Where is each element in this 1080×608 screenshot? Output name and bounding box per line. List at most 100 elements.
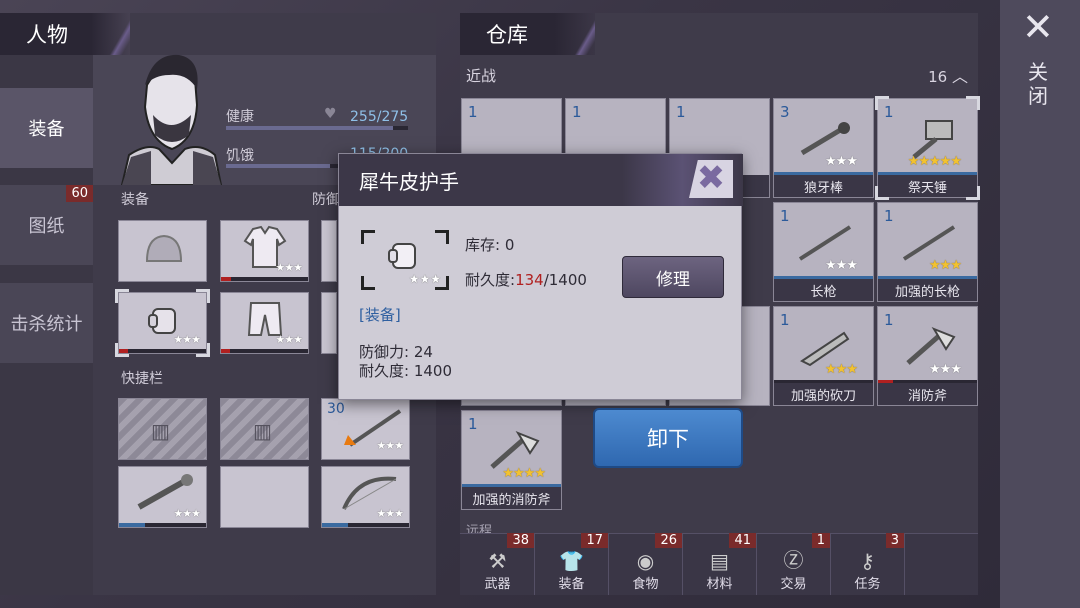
- equip-slot-legs[interactable]: ★★★: [220, 292, 309, 354]
- tab-food[interactable]: 26 ◉ 食物: [609, 533, 683, 595]
- item-count: 1: [468, 415, 478, 433]
- item-fire-axe[interactable]: 1 ★★★ 消防斧: [877, 306, 978, 406]
- item-count: 1: [780, 207, 790, 225]
- rating-stars: ★★★★: [502, 466, 546, 481]
- quickbar-slot-empty[interactable]: [220, 466, 309, 528]
- hunger-label: 饥饿: [226, 148, 254, 164]
- item-count: 1: [884, 311, 894, 329]
- dialog-title: 犀牛皮护手: [359, 170, 459, 194]
- nav-item-label: 击杀统计: [10, 314, 83, 335]
- quickbar-slot-wrench[interactable]: ★★★: [118, 466, 207, 528]
- stock-text: 库存: 0: [465, 236, 515, 254]
- machete-icon: [800, 331, 850, 367]
- durability-text: 耐久度:134/1400: [465, 271, 587, 289]
- close-label[interactable]: 关闭: [1028, 60, 1052, 108]
- key-icon: ⚷: [860, 549, 875, 573]
- nav-item-blueprints[interactable]: 图纸 60: [0, 185, 93, 265]
- blueprints-badge: 60: [66, 185, 93, 202]
- category-count: 16 ︿: [928, 67, 968, 86]
- equip-slot-body[interactable]: ★★★: [220, 220, 309, 282]
- nav-item-equipment[interactable]: 装备: [0, 88, 93, 168]
- repair-button[interactable]: 修理: [622, 256, 724, 298]
- axe-icon: ⚒: [488, 549, 507, 573]
- category-label: 近战: [466, 66, 497, 85]
- tab-label: 食物: [632, 577, 659, 592]
- quickbar-slot-locked: ▥: [220, 398, 309, 460]
- rating-stars: ★★★: [825, 362, 858, 377]
- tab-badge: 17: [581, 533, 608, 548]
- health-bar: [226, 126, 408, 130]
- equip-slot-partial[interactable]: [321, 220, 337, 282]
- tab-tasks[interactable]: 3 ⚷ 任务: [831, 533, 905, 595]
- mace-icon: [800, 122, 850, 156]
- lock-fence-icon: ▥: [253, 419, 272, 443]
- item-reinforced-fire-axe[interactable]: 1 ★★★★ 加强的消防斧: [461, 410, 562, 510]
- item-sacrifice-hammer[interactable]: 1 ★★★★★ 祭天锤: [875, 96, 980, 200]
- warehouse-panel-title: 仓库: [460, 13, 625, 55]
- defense-stat: 防御力: 24: [359, 343, 433, 361]
- item-name: 消防斧: [878, 383, 977, 405]
- rating-stars: ★★★: [376, 439, 404, 452]
- quickbar-slot-locked: ▥: [118, 398, 207, 460]
- equip-slot-head[interactable]: [118, 220, 207, 282]
- health-value: 255/275: [350, 109, 409, 125]
- nav-item-kill-stats[interactable]: 击杀统计: [0, 283, 93, 363]
- item-mace[interactable]: 3 ★★★ 狼牙棒: [773, 98, 874, 198]
- tab-label: 交易: [780, 577, 807, 592]
- spear-icon: [902, 225, 956, 261]
- rating-stars: ★★★: [929, 362, 962, 377]
- item-count: 1: [676, 103, 686, 121]
- axe-icon: [906, 327, 956, 365]
- food-icon: ◉: [636, 549, 655, 573]
- close-icon[interactable]: ✕: [1022, 8, 1054, 46]
- tab-equipment[interactable]: 17 👕 装备: [535, 533, 609, 595]
- tab-weapons[interactable]: 38 ⚒ 武器: [461, 533, 535, 595]
- equip-slot-hands[interactable]: ★★★: [115, 289, 210, 357]
- durability-stat: 耐久度: 1400: [359, 362, 452, 380]
- nav-item-label: 图纸: [28, 216, 65, 237]
- item-preview: ★★★: [361, 230, 449, 290]
- item-count: 3: [780, 103, 790, 121]
- tab-label: 任务: [854, 577, 881, 592]
- item-count: 1: [884, 207, 894, 225]
- item-name: 狼牙棒: [774, 175, 873, 197]
- character-portrait: [117, 45, 223, 186]
- defense-section-label: 防御: [312, 192, 340, 208]
- item-name: 祭天锤: [878, 175, 977, 197]
- tab-trade[interactable]: 1 Ⓩ 交易: [757, 533, 831, 595]
- equip-slot-partial[interactable]: [321, 292, 337, 354]
- lock-fence-icon: ▥: [151, 419, 170, 443]
- rating-stars: ★★★: [408, 272, 441, 286]
- item-name: 加强的消防斧: [462, 487, 561, 509]
- category-header[interactable]: 近战 16 ︿: [460, 60, 978, 90]
- item-count: 1: [780, 311, 790, 329]
- chevron-up-icon: ︿: [951, 67, 968, 86]
- tab-materials[interactable]: 41 ▤ 材料: [683, 533, 757, 595]
- tab-label: 武器: [484, 577, 511, 592]
- rating-stars: ★★★★★: [907, 154, 962, 169]
- title-strip: [595, 13, 978, 55]
- rating-stars: ★★★: [275, 333, 303, 346]
- rating-stars: ★★★: [825, 258, 858, 273]
- item-count: 1: [468, 103, 478, 121]
- hammer-icon: [912, 120, 953, 159]
- helmet-icon: [145, 234, 183, 262]
- nav-item-label: 装备: [28, 119, 65, 140]
- item-detail-dialog: 犀牛皮护手 ✖ ★★★ 库存: 0 耐久度:134/1400 修理 [装备] 防…: [338, 153, 743, 400]
- unequip-button[interactable]: 卸下: [593, 408, 743, 468]
- tab-label: 材料: [706, 577, 733, 592]
- equipment-section-label: 装备: [121, 192, 149, 208]
- rating-stars: ★★★: [376, 507, 404, 520]
- quickbar-slot-spear[interactable]: 30 ★★★: [321, 398, 410, 460]
- durability-current: 134: [515, 271, 544, 289]
- quickbar-section-label: 快捷栏: [121, 371, 163, 387]
- page-title: 人物: [26, 23, 68, 47]
- item-reinforced-machete[interactable]: 1 ★★★ 加强的砍刀: [773, 306, 874, 406]
- spear-icon: [798, 225, 852, 261]
- item-spear[interactable]: 1 ★★★ 长枪: [773, 202, 874, 302]
- quickbar-slot-bow[interactable]: ★★★: [321, 466, 410, 528]
- tab-badge: 26: [655, 533, 682, 548]
- coin-icon: Ⓩ: [783, 548, 804, 572]
- character-panel-title: 人物: [0, 13, 160, 55]
- item-reinforced-spear[interactable]: 1 ★★★ 加强的长枪: [877, 202, 978, 302]
